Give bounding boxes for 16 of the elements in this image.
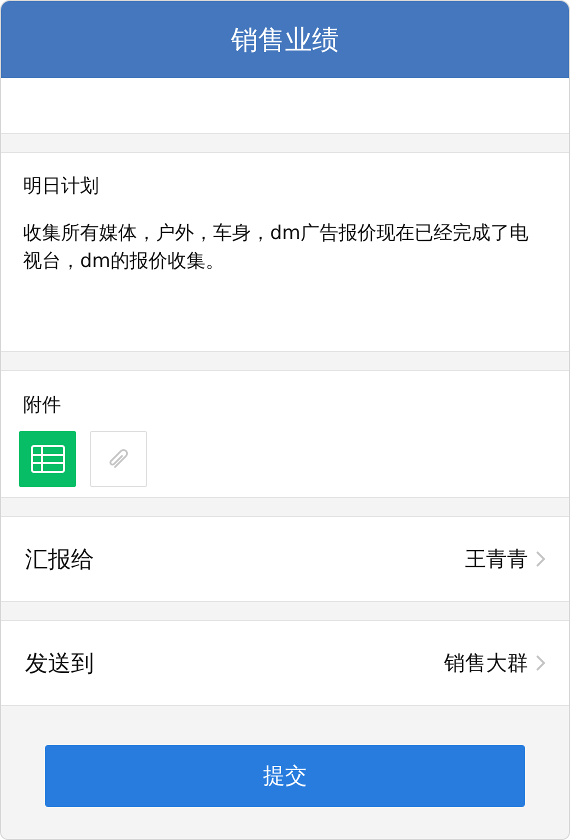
row-value: 销售大群	[444, 650, 528, 677]
row-label: 汇报给	[25, 546, 95, 574]
list-row[interactable]: 汇报给 王青青	[1, 516, 569, 602]
spreadsheet-attachment[interactable]	[19, 431, 76, 487]
submit-button[interactable]: 提交	[45, 745, 525, 807]
page-title: 销售业绩	[231, 24, 339, 58]
plan-text: 收集所有媒体，户外，车身，dm广告报价现在已经完成了电视台，dm的报价收集。	[23, 221, 530, 274]
row-label: 发送到	[25, 650, 95, 678]
add-attachment-button[interactable]	[90, 431, 147, 487]
spreadsheet-icon	[30, 445, 64, 473]
section-label: 附件	[23, 393, 62, 418]
row-value: 王青青	[465, 546, 528, 573]
chevron-icon	[536, 551, 545, 567]
chevron-icon	[536, 655, 545, 671]
list-row[interactable]: 发送到 销售大群	[1, 620, 569, 706]
section-label: 明日计划	[23, 174, 100, 199]
